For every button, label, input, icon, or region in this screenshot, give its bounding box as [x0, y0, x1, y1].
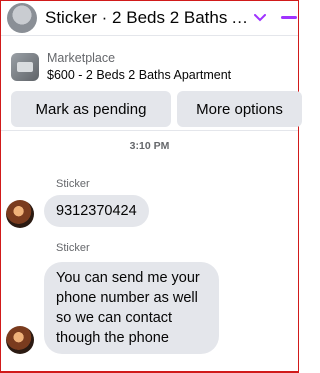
contact-avatar[interactable] — [7, 3, 37, 33]
mark-as-pending-button[interactable]: Mark as pending — [11, 91, 171, 127]
chat-header: Sticker · 2 Beds 2 Baths Ap... — [1, 1, 298, 36]
chevron-down-icon[interactable] — [251, 9, 268, 27]
sender-avatar[interactable] — [6, 326, 34, 354]
more-options-button[interactable]: More options — [177, 91, 302, 127]
minimize-icon[interactable] — [281, 9, 298, 27]
message-sender: Sticker — [56, 242, 90, 254]
sender-avatar[interactable] — [6, 200, 34, 228]
marketplace-banner: Marketplace $600 - 2 Beds 2 Baths Apartm… — [1, 37, 302, 131]
listing-thumbnail[interactable] — [11, 53, 39, 81]
message-sender: Sticker — [56, 178, 90, 190]
message-timestamp: 3:10 PM — [129, 140, 170, 152]
listing-title[interactable]: $600 - 2 Beds 2 Baths Apartment — [47, 68, 231, 82]
message-bubble: You can send me your phone number as wel… — [44, 262, 219, 354]
message-bubble: 9312370424 — [44, 195, 149, 227]
chat-title[interactable]: Sticker · 2 Beds 2 Baths Ap... — [45, 8, 249, 28]
marketplace-label: Marketplace — [47, 51, 116, 65]
